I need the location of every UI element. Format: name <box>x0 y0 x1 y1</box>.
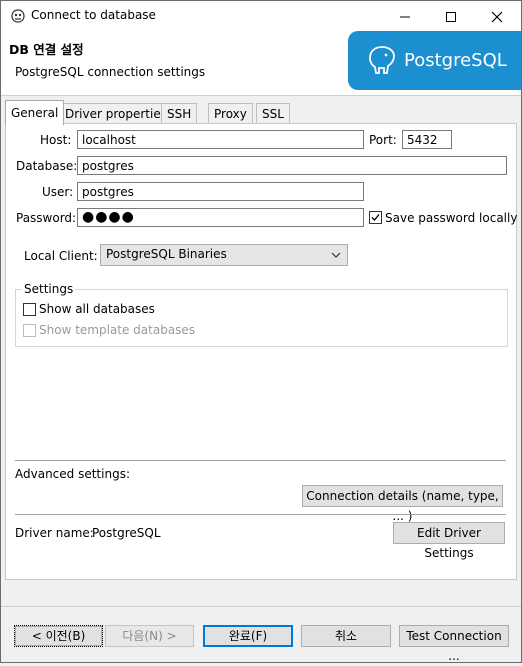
tab-general[interactable]: General <box>5 100 65 125</box>
edit-driver-settings-button[interactable]: Edit Driver Settings <box>393 522 505 560</box>
port-label: Port: <box>369 133 397 147</box>
dialog-subtitle: PostgreSQL connection settings <box>15 65 206 79</box>
password-label: Password: <box>16 211 77 225</box>
local-client-value: PostgreSQL Binaries <box>106 247 227 261</box>
postgresql-logo: PostgreSQL <box>348 31 521 90</box>
tab-general-label: General <box>11 106 59 120</box>
show-all-databases-label: Show all databases <box>39 302 155 316</box>
local-client-select[interactable]: PostgreSQL Binaries <box>100 244 348 266</box>
user-input[interactable]: postgres <box>77 182 364 201</box>
close-icon <box>491 11 503 22</box>
tab-ssh-label: SSH <box>167 107 192 121</box>
database-label: Database: <box>16 159 78 173</box>
title-bar: Connect to database <box>1 1 521 31</box>
user-label: User: <box>42 185 74 199</box>
next-button[interactable]: 다음(N) > <box>105 625 194 647</box>
password-input[interactable]: ●●●● <box>77 208 364 227</box>
database-input[interactable]: postgres <box>77 156 507 175</box>
advanced-divider <box>15 460 506 461</box>
dbeaver-app-icon <box>11 9 25 23</box>
logo-text: PostgreSQL <box>404 50 507 71</box>
settings-group <box>15 289 508 347</box>
show-template-databases-label: Show template databases <box>39 323 196 337</box>
cancel-button[interactable]: 취소 <box>301 625 391 647</box>
tab-ssl[interactable]: SSL <box>256 103 290 124</box>
maximize-button[interactable] <box>428 2 474 31</box>
connection-details-button[interactable]: Connection details (name, type, ... ) <box>302 485 503 523</box>
local-client-label: Local Client: <box>24 249 98 263</box>
maximize-icon <box>446 11 456 22</box>
checkmark-icon <box>371 214 380 221</box>
close-button[interactable] <box>474 2 520 31</box>
settings-group-label: Settings <box>22 282 76 296</box>
header-divider <box>1 95 521 96</box>
port-input[interactable]: 5432 <box>402 130 452 149</box>
footer-divider <box>1 606 521 607</box>
finish-button[interactable]: 완료(F) <box>203 625 293 647</box>
elephant-icon <box>369 46 395 74</box>
tab-ssh[interactable]: SSH <box>161 103 198 124</box>
save-password-checkbox[interactable] <box>369 211 382 224</box>
minimize-icon <box>400 16 410 17</box>
driver-name-value: PostgreSQL <box>92 526 161 540</box>
back-button[interactable]: < 이전(B) <box>14 625 103 647</box>
dialog-title: DB 연결 설정 <box>9 42 84 57</box>
minimize-button[interactable] <box>382 2 428 31</box>
advanced-settings-label: Advanced settings: <box>15 467 130 481</box>
host-input[interactable]: localhost <box>77 130 364 149</box>
driver-divider <box>15 514 506 515</box>
driver-name-label: Driver name: <box>15 526 94 540</box>
tab-proxy[interactable]: Proxy <box>208 103 253 124</box>
host-label: Host: <box>40 133 72 147</box>
chevron-down-icon <box>331 252 341 258</box>
save-password-label: Save password locally <box>385 211 518 225</box>
window-title: Connect to database <box>31 8 156 22</box>
tab-proxy-label: Proxy <box>214 107 247 121</box>
tab-driver-properties-label: Driver properties <box>65 107 167 121</box>
tab-ssl-label: SSL <box>262 107 284 121</box>
tab-driver-properties[interactable]: Driver properties <box>59 103 173 124</box>
dialog-header: DB 연결 설정 PostgreSQL connection settings … <box>1 31 521 95</box>
test-connection-button[interactable]: Test Connection ... <box>399 625 509 663</box>
show-template-databases-checkbox[interactable] <box>23 324 36 337</box>
show-all-databases-checkbox[interactable] <box>23 303 36 316</box>
